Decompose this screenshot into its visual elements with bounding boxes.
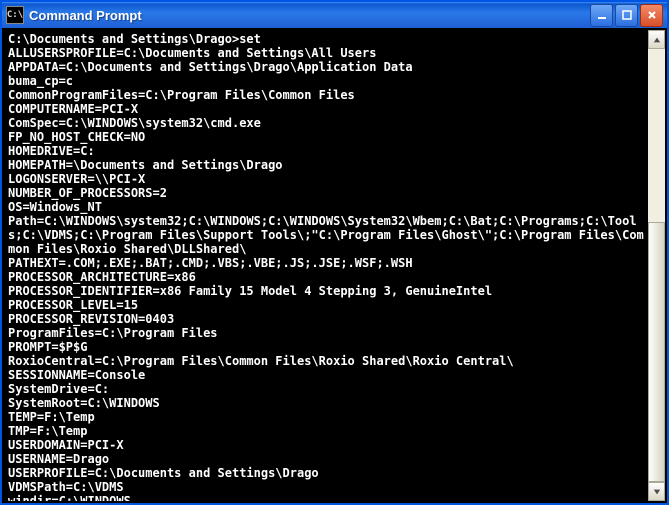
close-icon: [647, 10, 657, 20]
scroll-up-button[interactable]: [648, 30, 665, 49]
chevron-up-icon: [653, 36, 661, 44]
terminal-line: CommonProgramFiles=C:\Program Files\Comm…: [8, 88, 644, 102]
terminal-line: RoxioCentral=C:\Program Files\Common Fil…: [8, 354, 644, 368]
terminal-line: LOGONSERVER=\\PCI-X: [8, 172, 644, 186]
terminal-line: USERPROFILE=C:\Documents and Settings\Dr…: [8, 466, 644, 480]
terminal-line: PROCESSOR_REVISION=0403: [8, 312, 644, 326]
terminal-line: VDMSPath=C:\VDMS: [8, 480, 644, 494]
client-area: C:\Documents and Settings\Drago>setALLUS…: [4, 30, 665, 501]
terminal-line: C:\Documents and Settings\Drago>set: [8, 32, 644, 46]
scroll-down-button[interactable]: [648, 482, 665, 501]
terminal-output[interactable]: C:\Documents and Settings\Drago>setALLUS…: [4, 30, 648, 501]
terminal-line: ALLUSERSPROFILE=C:\Documents and Setting…: [8, 46, 644, 60]
terminal-line: APPDATA=C:\Documents and Settings\Drago\…: [8, 60, 644, 74]
terminal-line: SESSIONNAME=Console: [8, 368, 644, 382]
terminal-line: HOMEPATH=\Documents and Settings\Drago: [8, 158, 644, 172]
chevron-down-icon: [653, 488, 661, 496]
app-icon: C:\: [6, 6, 24, 24]
terminal-line: ComSpec=C:\WINDOWS\system32\cmd.exe: [8, 116, 644, 130]
maximize-button[interactable]: [615, 4, 638, 27]
terminal-line: FP_NO_HOST_CHECK=NO: [8, 130, 644, 144]
terminal-line: PROCESSOR_ARCHITECTURE=x86: [8, 270, 644, 284]
terminal-line: Path=C:\WINDOWS\system32;C:\WINDOWS;C:\W…: [8, 214, 644, 256]
terminal-line: windir=C:\WINDOWS: [8, 494, 644, 501]
scroll-thumb[interactable]: [648, 222, 665, 482]
titlebar[interactable]: C:\ Command Prompt: [2, 2, 667, 28]
terminal-line: PATHEXT=.COM;.EXE;.BAT;.CMD;.VBS;.VBE;.J…: [8, 256, 644, 270]
terminal-line: OS=Windows_NT: [8, 200, 644, 214]
terminal-line: USERDOMAIN=PCI-X: [8, 438, 644, 452]
terminal-line: USERNAME=Drago: [8, 452, 644, 466]
terminal-line: TEMP=F:\Temp: [8, 410, 644, 424]
terminal-line: COMPUTERNAME=PCI-X: [8, 102, 644, 116]
window-buttons: [590, 4, 663, 27]
scroll-track[interactable]: [648, 49, 665, 482]
maximize-icon: [622, 10, 632, 20]
terminal-line: TMP=F:\Temp: [8, 424, 644, 438]
terminal-line: SystemRoot=C:\WINDOWS: [8, 396, 644, 410]
terminal-line: NUMBER_OF_PROCESSORS=2: [8, 186, 644, 200]
terminal-line: PROMPT=$P$G: [8, 340, 644, 354]
terminal-line: SystemDrive=C:: [8, 382, 644, 396]
window-title: Command Prompt: [29, 8, 590, 23]
terminal-line: PROCESSOR_IDENTIFIER=x86 Family 15 Model…: [8, 284, 644, 298]
vertical-scrollbar[interactable]: [648, 30, 665, 501]
minimize-button[interactable]: [590, 4, 613, 27]
terminal-line: PROCESSOR_LEVEL=15: [8, 298, 644, 312]
terminal-line: HOMEDRIVE=C:: [8, 144, 644, 158]
terminal-line: buma_cp=c: [8, 74, 644, 88]
close-button[interactable]: [640, 4, 663, 27]
command-prompt-window: C:\ Command Prompt C:\Documents and: [0, 0, 669, 505]
minimize-icon: [597, 10, 607, 20]
terminal-line: ProgramFiles=C:\Program Files: [8, 326, 644, 340]
